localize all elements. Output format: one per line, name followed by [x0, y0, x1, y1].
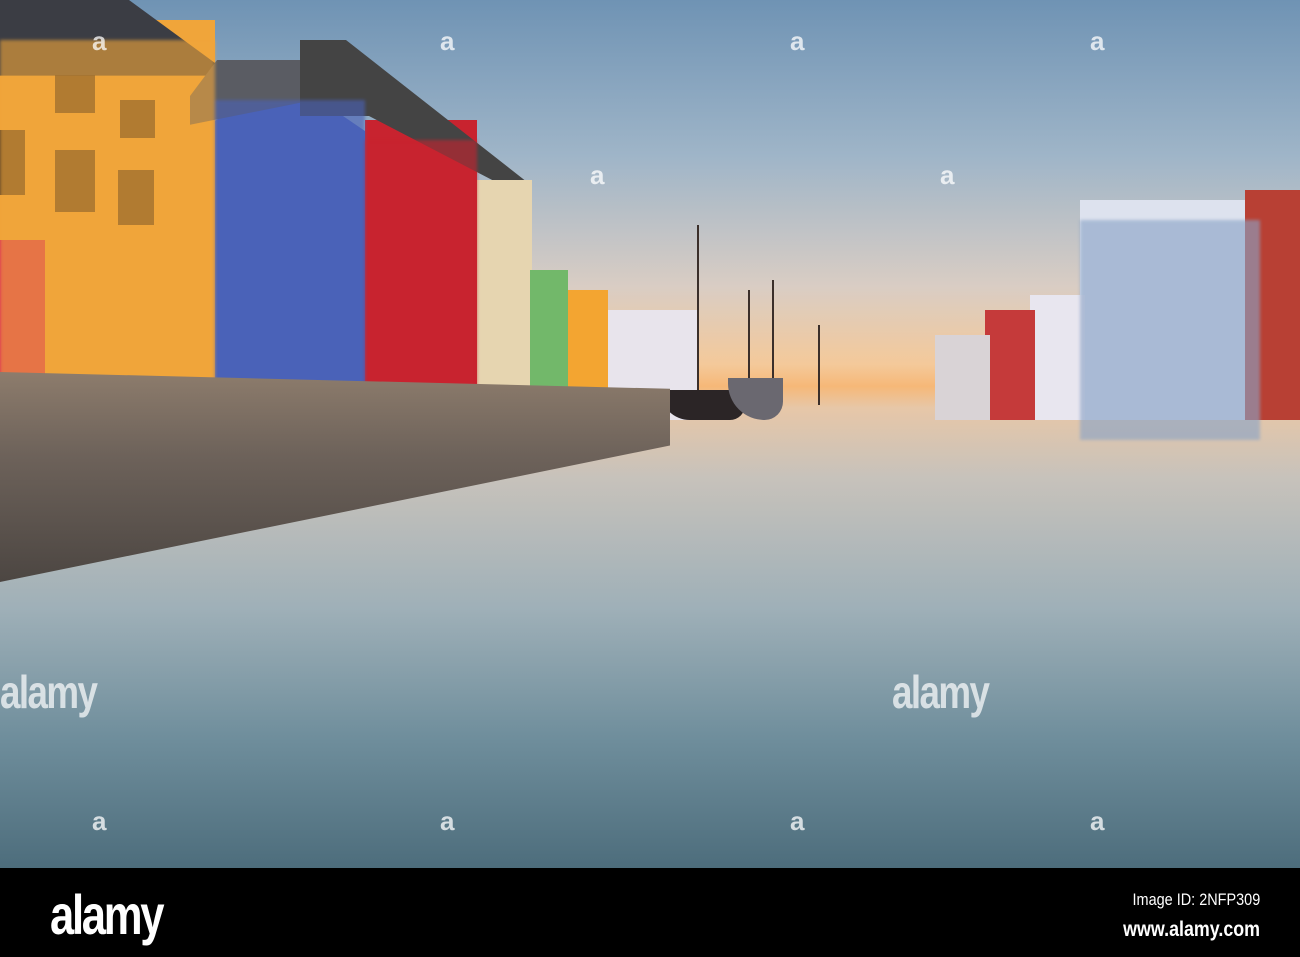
watermark-mark: a [440, 806, 455, 836]
watermark: alamy [0, 666, 98, 718]
alamy-logo: alamy [50, 883, 164, 946]
site-url: www.alamy.com [1123, 918, 1260, 941]
watermark-mark: a [1090, 26, 1105, 56]
reflection-right [1080, 220, 1260, 440]
watermark-mark: a [92, 26, 107, 56]
watermark-mark: a [790, 806, 805, 836]
watermark-mark: a [940, 160, 955, 190]
watermark-mark: a [590, 160, 605, 190]
watermark-mark: a [440, 26, 455, 56]
image-id: Image ID: 2NFP309 [1132, 890, 1260, 909]
wooden-quay [0, 372, 670, 582]
photo-nyhavn-canal: alamy alamy a a a a a a a a a a [0, 0, 1300, 868]
watermark-mark: a [790, 26, 805, 56]
watermark-mark: a [1090, 806, 1105, 836]
watermark-mark: a [92, 806, 107, 836]
water-reflection [0, 0, 1300, 440]
watermark: alamy [892, 666, 990, 718]
footer-bar: alamy Image ID: 2NFP309 www.alamy.com [0, 868, 1300, 957]
